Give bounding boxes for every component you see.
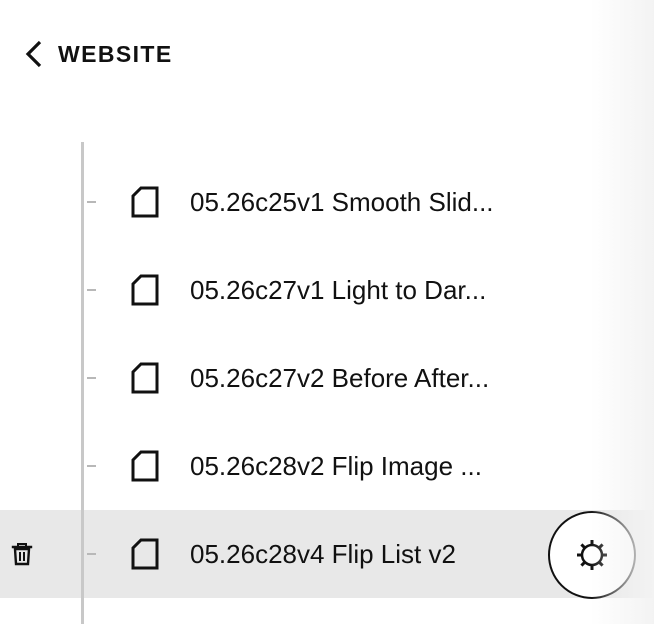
page-settings-button[interactable] [548, 511, 636, 599]
chevron-left-icon [24, 40, 44, 68]
tree-connector [87, 289, 96, 291]
tree-connector [87, 465, 96, 467]
page-list-item[interactable]: 05.26c25v1 Smooth Slid... [0, 158, 654, 246]
page-title: 05.26c27v2 Before After... [190, 363, 490, 393]
page-title: 05.26c27v1 Light to Dar... [190, 275, 487, 305]
page-title: 05.26c25v1 Smooth Slid... [190, 187, 494, 217]
trash-icon[interactable] [11, 542, 33, 566]
page-icon [131, 362, 159, 394]
page-tree-line [81, 142, 84, 624]
tree-connector [87, 201, 96, 203]
page-navigation-panel: WEBSITE 05.26c25v1 Smooth Slid... 05.26c… [0, 0, 654, 624]
back-to-website-button[interactable]: WEBSITE [24, 32, 173, 76]
page-icon [131, 450, 159, 482]
page-icon [131, 186, 159, 218]
page-title: 05.26c28v4 Flip List v2 [190, 539, 456, 569]
back-label: WEBSITE [58, 40, 173, 67]
page-list-item[interactable]: 05.26c27v1 Light to Dar... [0, 246, 654, 334]
page-list-item[interactable]: 05.26c28v2 Flip Image ... [0, 422, 654, 510]
page-title: 05.26c28v2 Flip Image ... [190, 451, 482, 481]
page-icon [131, 538, 159, 570]
tree-connector [87, 553, 96, 555]
page-icon [131, 274, 159, 306]
tree-connector [87, 377, 96, 379]
page-list-item[interactable]: 05.26c27v2 Before After... [0, 334, 654, 422]
selected-page-list-item[interactable]: 05.26c28v4 Flip List v2 [0, 510, 654, 599]
gear-icon [577, 540, 607, 570]
